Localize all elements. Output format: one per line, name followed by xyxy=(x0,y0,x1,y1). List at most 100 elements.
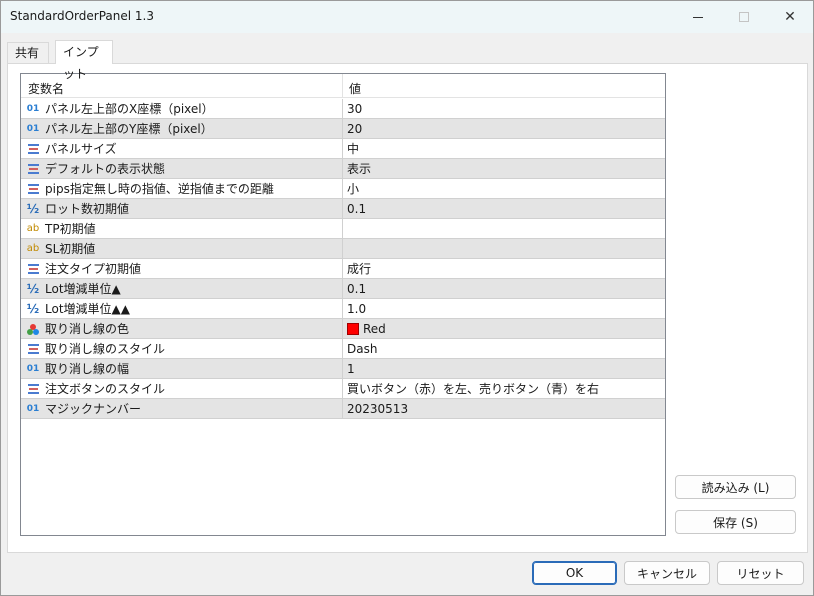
title-bar[interactable]: StandardOrderPanel 1.3 ✕ xyxy=(1,1,813,33)
parameter-name: マジックナンバー xyxy=(45,402,142,416)
name-cell: 01 取り消し線の幅 xyxy=(21,359,342,378)
value-cell[interactable]: 小 xyxy=(342,179,665,198)
name-cell: 取り消し線の色 xyxy=(21,319,342,338)
close-button[interactable]: ✕ xyxy=(767,1,813,33)
string-icon: ab xyxy=(26,243,40,254)
parameter-name: 取り消し線の色 xyxy=(45,322,130,336)
value-cell[interactable]: 中 xyxy=(342,139,665,158)
name-cell: 01 パネル左上部のY座標（pixel） xyxy=(21,119,342,138)
parameter-value: 1.0 xyxy=(347,301,367,316)
table-row[interactable]: 取り消し線の色 Red xyxy=(21,319,665,339)
value-cell[interactable]: 1 xyxy=(342,359,665,378)
enum-icon xyxy=(25,161,41,177)
enum-icon xyxy=(25,181,41,197)
table-row[interactable]: ½ ロット数初期値 0.1 xyxy=(21,199,665,219)
value-cell[interactable]: 30 xyxy=(342,99,665,118)
int-icon: 01 xyxy=(26,103,40,114)
value-cell[interactable]: Dash xyxy=(342,339,665,358)
table-row[interactable]: 01 パネル左上部のX座標（pixel） 30 xyxy=(21,99,665,119)
value-cell[interactable]: 0.1 xyxy=(342,279,665,298)
name-cell: 注文タイプ初期値 xyxy=(21,259,342,278)
name-cell: デフォルトの表示状態 xyxy=(21,159,342,178)
tab-common[interactable]: 共有 xyxy=(7,42,49,63)
name-cell: 注文ボタンのスタイル xyxy=(21,379,342,398)
double-icon: ½ xyxy=(26,201,40,216)
parameter-value: 20230513 xyxy=(347,401,409,416)
table-row[interactable]: パネルサイズ 中 xyxy=(21,139,665,159)
dialog-window: StandardOrderPanel 1.3 ✕ 共有 インプット 変数名 値 … xyxy=(0,0,814,596)
load-button[interactable]: 読み込み (L) xyxy=(675,475,796,499)
value-cell[interactable]: 20 xyxy=(342,119,665,138)
parameter-name: TP初期値 xyxy=(45,222,96,236)
double-icon: ½ xyxy=(26,281,40,296)
parameter-name: 注文タイプ初期値 xyxy=(45,262,142,276)
int-icon: 01 xyxy=(26,403,40,414)
ok-button[interactable]: OK xyxy=(532,561,617,585)
column-divider[interactable] xyxy=(342,74,343,98)
tab-input[interactable]: インプット xyxy=(55,40,113,81)
maximize-icon xyxy=(739,12,749,22)
table-row[interactable]: デフォルトの表示状態 表示 xyxy=(21,159,665,179)
double-icon: ½ xyxy=(26,301,40,316)
name-cell: 01 パネル左上部のX座標（pixel） xyxy=(21,99,342,118)
grid-rows: 01 パネル左上部のX座標（pixel） 30 01 パネル左上部のY座標（pixel）… xyxy=(21,99,665,419)
table-row[interactable]: ½ Lot増減単位▲ 0.1 xyxy=(21,279,665,299)
table-row[interactable]: 注文タイプ初期値 成行 xyxy=(21,259,665,279)
table-row[interactable]: pips指定無し時の指値、逆指値までの距離 小 xyxy=(21,179,665,199)
window-title: StandardOrderPanel 1.3 xyxy=(10,9,154,23)
parameter-value: 買いボタン（赤）を左、売りボタン（青）を右 xyxy=(347,382,600,396)
name-cell: ½ Lot増減単位▲▲ xyxy=(21,299,342,318)
parameter-value: Red xyxy=(363,321,386,336)
name-cell: pips指定無し時の指値、逆指値までの距離 xyxy=(21,179,342,198)
table-row[interactable]: 注文ボタンのスタイル 買いボタン（赤）を左、売りボタン（青）を右 xyxy=(21,379,665,399)
enum-icon xyxy=(25,341,41,357)
parameter-name: pips指定無し時の指値、逆指値までの距離 xyxy=(45,182,274,196)
table-row[interactable]: 取り消し線のスタイル Dash xyxy=(21,339,665,359)
string-icon: ab xyxy=(26,223,40,234)
minimize-button[interactable] xyxy=(675,1,721,33)
minimize-icon xyxy=(693,16,703,18)
enum-icon xyxy=(25,261,41,277)
table-row[interactable]: ½ Lot増減単位▲▲ 1.0 xyxy=(21,299,665,319)
input-parameters-grid[interactable]: 変数名 値 01 パネル左上部のX座標（pixel） 30 01 パネル左上部のY座標（… xyxy=(20,73,666,536)
value-cell[interactable]: 0.1 xyxy=(342,199,665,218)
parameter-value: 0.1 xyxy=(347,201,367,216)
parameter-value: 成行 xyxy=(347,262,372,276)
value-cell[interactable]: 表示 xyxy=(342,159,665,178)
parameter-name: デフォルトの表示状態 xyxy=(45,162,166,176)
table-row[interactable]: ab TP初期値 xyxy=(21,219,665,239)
parameter-name: Lot増減単位▲▲ xyxy=(45,302,130,316)
name-cell: 取り消し線のスタイル xyxy=(21,339,342,358)
parameter-name: SL初期値 xyxy=(45,242,96,256)
table-row[interactable]: ab SL初期値 xyxy=(21,239,665,259)
value-cell[interactable]: 成行 xyxy=(342,259,665,278)
parameter-name: Lot増減単位▲ xyxy=(45,282,121,296)
value-cell[interactable] xyxy=(342,239,665,258)
column-header-name[interactable]: 変数名 xyxy=(28,80,64,97)
value-cell[interactable]: 20230513 xyxy=(342,399,665,418)
value-cell[interactable]: Red xyxy=(342,319,665,338)
value-cell[interactable] xyxy=(342,219,665,238)
cancel-button[interactable]: キャンセル xyxy=(624,561,710,585)
column-header-value[interactable]: 値 xyxy=(349,80,361,97)
parameter-name: 注文ボタンのスタイル xyxy=(45,382,166,396)
int-icon: 01 xyxy=(26,123,40,134)
parameter-name: パネル左上部のY座標（pixel） xyxy=(45,122,213,136)
parameter-name: 取り消し線の幅 xyxy=(45,362,130,376)
table-row[interactable]: 01 マジックナンバー 20230513 xyxy=(21,399,665,419)
table-row[interactable]: 01 パネル左上部のY座標（pixel） 20 xyxy=(21,119,665,139)
name-cell: ½ ロット数初期値 xyxy=(21,199,342,218)
name-cell: パネルサイズ xyxy=(21,139,342,158)
table-row[interactable]: 01 取り消し線の幅 1 xyxy=(21,359,665,379)
value-cell[interactable]: 1.0 xyxy=(342,299,665,318)
reset-button[interactable]: リセット xyxy=(717,561,804,585)
parameter-value: 中 xyxy=(347,142,360,156)
save-button[interactable]: 保存 (S) xyxy=(675,510,796,534)
value-cell[interactable]: 買いボタン（赤）を左、売りボタン（青）を右 xyxy=(342,379,665,398)
name-cell: ½ Lot増減単位▲ xyxy=(21,279,342,298)
enum-icon xyxy=(25,381,41,397)
parameter-name: パネルサイズ xyxy=(45,142,117,156)
parameter-name: ロット数初期値 xyxy=(45,202,130,216)
name-cell: ab TP初期値 xyxy=(21,219,342,238)
maximize-button xyxy=(721,1,767,33)
